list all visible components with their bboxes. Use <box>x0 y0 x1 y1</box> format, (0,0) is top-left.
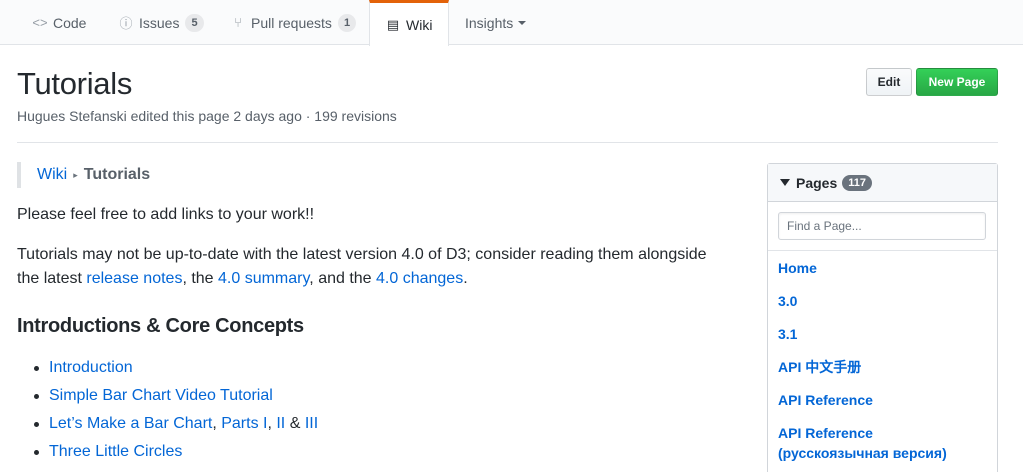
page-filter <box>768 202 997 251</box>
pages-sidebar: Pages 117 Home 3.0 3.1 API 中文手册 API Refe… <box>767 163 998 472</box>
summary-link[interactable]: 4.0 summary <box>218 270 309 287</box>
book-icon: ▤ <box>386 16 400 32</box>
page-link-api-reference[interactable]: API Reference <box>778 392 873 408</box>
bar-chart-part-i-link[interactable]: Parts I <box>221 415 267 432</box>
changes-link[interactable]: 4.0 changes <box>376 270 463 287</box>
three-little-circles-link[interactable]: Three Little Circles <box>49 443 182 460</box>
tab-issues-label: Issues <box>139 14 180 31</box>
list-item: 3.1 <box>778 317 987 350</box>
tutorial-list: Introduction Simple Bar Chart Video Tuto… <box>17 356 318 468</box>
list-item: API Reference (русскоязычная версия) <box>778 416 987 469</box>
tab-wiki-label: Wiki <box>406 16 433 33</box>
pages-toggle[interactable]: Pages 117 <box>768 164 997 202</box>
intro-paragraph: Please feel free to add links to your wo… <box>17 206 315 223</box>
list-item: Simple Bar Chart Video Tutorial <box>17 384 318 412</box>
code-icon: <> <box>32 15 48 30</box>
list-separator: , <box>212 415 222 432</box>
tab-insights-label: Insights <box>465 14 514 31</box>
version-note-paragraph: Tutorials may not be up-to-date with the… <box>17 243 717 291</box>
triangle-down-icon <box>780 179 790 186</box>
breadcrumb-wiki-link[interactable]: Wiki <box>37 166 67 184</box>
page-link-api-reference-russian[interactable]: API Reference (русскоязычная версия) <box>778 425 947 461</box>
version-note-text: , the <box>182 270 219 287</box>
caret-down-icon <box>518 20 527 25</box>
page-link-3-1[interactable]: 3.1 <box>778 326 797 342</box>
bar-chart-part-iii-link[interactable]: III <box>305 415 318 432</box>
header-divider <box>17 142 998 143</box>
tab-insights[interactable]: Insights <box>450 0 541 45</box>
simple-bar-chart-video-link[interactable]: Simple Bar Chart Video Tutorial <box>49 387 273 404</box>
tab-code[interactable]: <> Code <box>17 0 101 45</box>
list-item: API 中文手册 <box>778 350 987 383</box>
breadcrumb: Wiki ▸ Tutorials <box>17 162 150 188</box>
list-separator: & <box>285 415 305 432</box>
tab-wiki[interactable]: ▤ Wiki <box>369 0 449 46</box>
page-revision-meta: Hugues Stefanski edited this page 2 days… <box>17 108 397 124</box>
pages-list: Home 3.0 3.1 API 中文手册 API Reference API … <box>768 251 997 469</box>
page-title: Tutorials <box>17 66 133 101</box>
list-item: Home <box>778 251 987 284</box>
list-item: API Reference <box>778 383 987 416</box>
bar-chart-link[interactable]: Let’s Make a Bar Chart <box>49 415 212 432</box>
issue-opened-icon: ⓘ <box>119 16 133 31</box>
git-pull-request-icon: ⑂ <box>234 15 242 30</box>
introduction-link[interactable]: Introduction <box>49 359 133 376</box>
pages-title: Pages <box>796 174 838 191</box>
page-link-3-0[interactable]: 3.0 <box>778 293 797 309</box>
tab-pull-requests-label: Pull requests <box>251 14 332 31</box>
list-item: 3.0 <box>778 284 987 317</box>
tab-code-label: Code <box>53 14 87 31</box>
breadcrumb-current: Tutorials <box>83 166 151 183</box>
bar-chart-part-ii-link[interactable]: II <box>276 415 285 432</box>
find-page-input[interactable] <box>778 212 986 240</box>
new-page-button[interactable]: New Page <box>916 68 998 96</box>
page-link-api-chinese[interactable]: API 中文手册 <box>778 359 861 375</box>
pages-count-badge: 117 <box>842 174 872 191</box>
repo-nav: <> Code ⓘ Issues 5 ⑂ Pull requests 1 ▤ W… <box>0 0 1023 46</box>
list-item: Introduction <box>17 356 318 384</box>
version-note-text: , and the <box>309 270 377 287</box>
list-item: Let’s Make a Bar Chart, Parts I, II & II… <box>17 412 318 440</box>
breadcrumb-separator-icon: ▸ <box>73 169 78 180</box>
section-heading: Introductions & Core Concepts <box>17 315 304 337</box>
tab-issues[interactable]: ⓘ Issues 5 <box>103 0 219 45</box>
tab-pull-requests[interactable]: ⑂ Pull requests 1 <box>215 0 371 45</box>
pull-requests-count-badge: 1 <box>337 13 357 32</box>
list-item: Three Little Circles <box>17 440 318 468</box>
version-note-text: . <box>463 270 468 287</box>
issues-count-badge: 5 <box>185 13 204 32</box>
release-notes-link[interactable]: release notes <box>86 270 182 287</box>
page-link-home[interactable]: Home <box>778 260 817 276</box>
edit-button[interactable]: Edit <box>866 68 912 96</box>
